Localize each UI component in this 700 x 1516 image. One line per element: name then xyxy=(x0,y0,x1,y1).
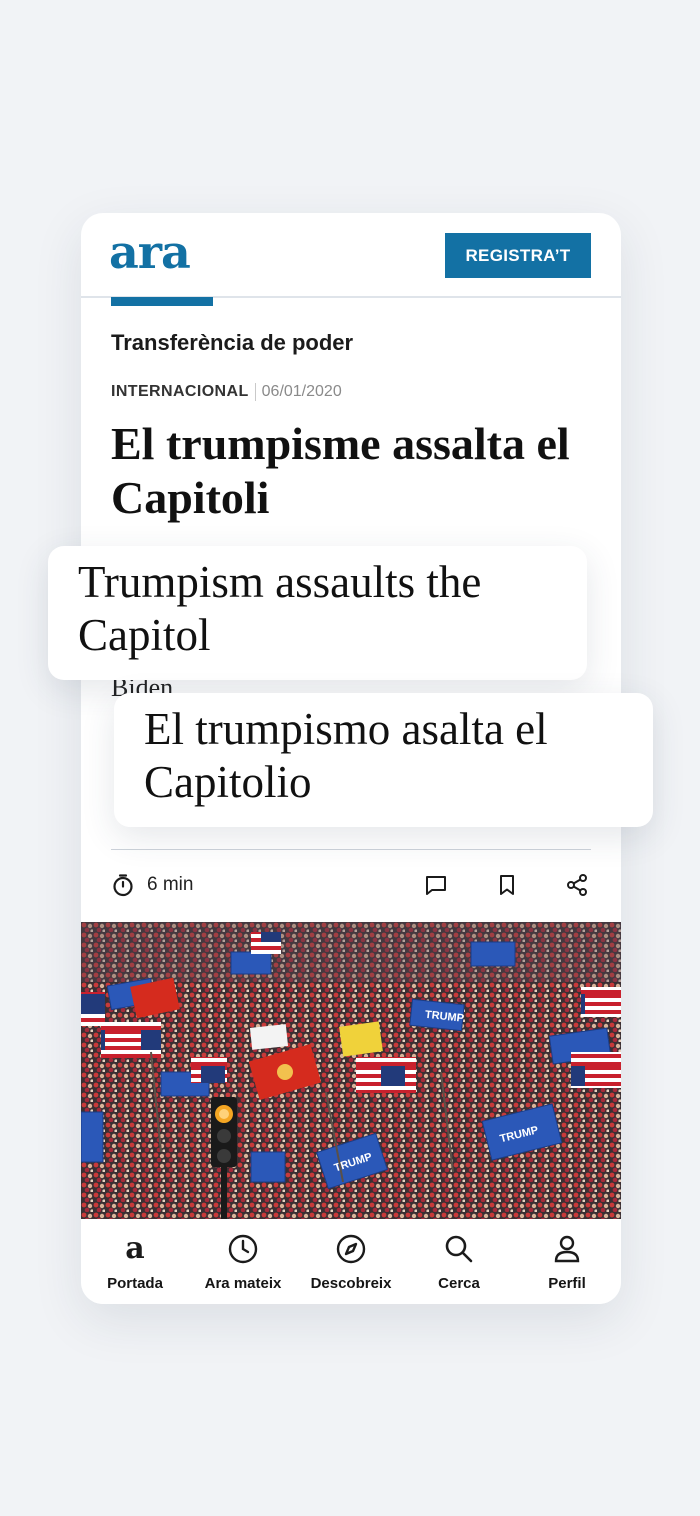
app-header: ara REGISTRA’T xyxy=(81,213,621,297)
tab-label: Ara mateix xyxy=(204,1275,282,1292)
article-meta: INTERNACIONAL 06/01/2020 xyxy=(111,383,342,401)
section-label[interactable]: INTERNACIONAL xyxy=(111,383,249,401)
header-active-indicator xyxy=(111,297,213,306)
reading-time: 6 min xyxy=(111,873,193,897)
tab-cerca[interactable]: Cerca xyxy=(405,1219,513,1304)
translation-card-spanish: El trumpismo asalta el Capitolio xyxy=(114,693,653,827)
meta-separator xyxy=(254,383,256,401)
share-button[interactable] xyxy=(562,870,592,900)
reading-time-label: 6 min xyxy=(147,874,194,895)
bottom-tab-bar: a Portada Ara mateix Descobreix Cerca Pe… xyxy=(81,1219,621,1304)
tab-label: Descobreix xyxy=(310,1275,392,1292)
article-divider xyxy=(111,849,591,850)
tab-ara-mateix[interactable]: Ara mateix xyxy=(189,1219,297,1304)
clock-icon xyxy=(228,1234,258,1264)
article-hero-image[interactable]: TRUMP TRUMP TRUMP xyxy=(81,922,621,1219)
tab-perfil[interactable]: Perfil xyxy=(513,1219,621,1304)
tab-label: Cerca xyxy=(438,1275,480,1292)
topic-label[interactable]: Transferència de poder xyxy=(111,330,353,356)
ara-logo-icon: a xyxy=(125,1231,145,1266)
bookmark-button[interactable] xyxy=(492,870,522,900)
tab-descobreix[interactable]: Descobreix xyxy=(297,1219,405,1304)
search-icon xyxy=(445,1235,473,1263)
comment-icon xyxy=(426,876,446,895)
article-date: 06/01/2020 xyxy=(261,383,342,400)
compass-icon xyxy=(336,1234,366,1264)
article-headline: El trumpisme assalta el Capitoli xyxy=(111,418,570,523)
comment-button[interactable] xyxy=(421,870,451,900)
register-button[interactable]: REGISTRA’T xyxy=(445,233,591,278)
share-icon xyxy=(567,874,587,896)
bookmark-icon xyxy=(500,875,514,895)
tab-portada[interactable]: a Portada xyxy=(81,1219,189,1304)
person-icon xyxy=(554,1235,580,1263)
stopwatch-icon xyxy=(113,874,133,897)
tab-label: Portada xyxy=(107,1275,163,1292)
translation-card-english: Trumpism assaults the Capitol xyxy=(48,546,587,680)
ara-logo[interactable]: ara xyxy=(109,225,191,279)
crowd-photo: TRUMP TRUMP TRUMP xyxy=(81,922,621,1219)
tab-label: Perfil xyxy=(548,1275,586,1292)
